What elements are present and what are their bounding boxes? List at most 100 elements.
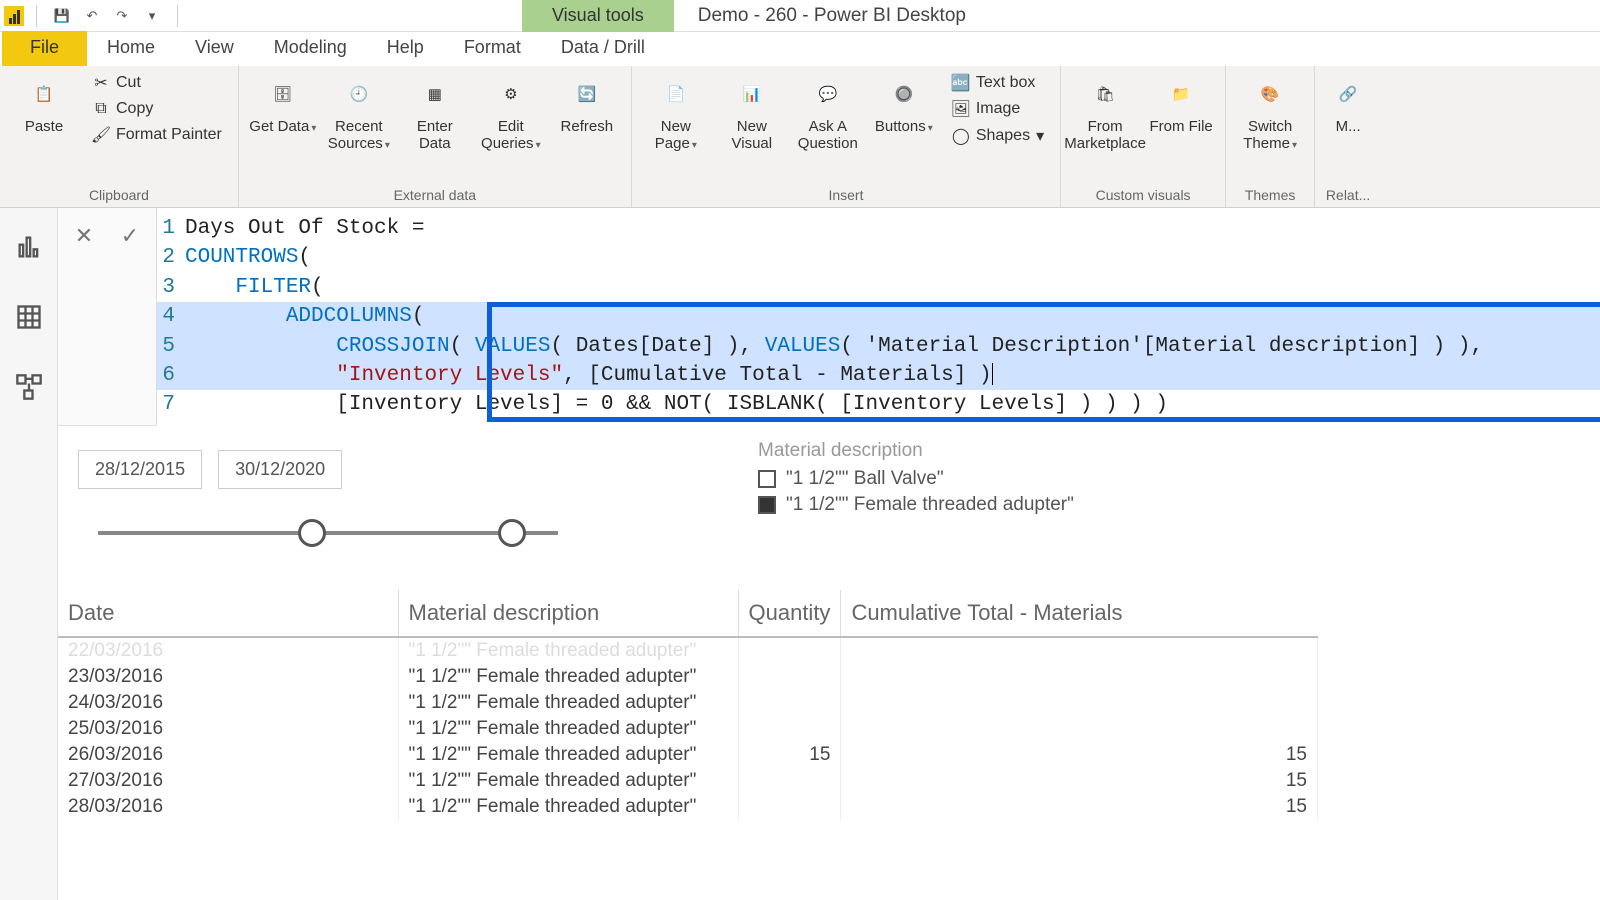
slicer-start-date[interactable]: 28/12/2015 [78, 450, 202, 489]
table-row[interactable]: 26/03/2016"1 1/2"" Female threaded adupt… [58, 742, 1318, 768]
cell-date: 27/03/2016 [58, 768, 398, 794]
formula-cancel-button[interactable]: ✕ [68, 220, 100, 252]
ribbon-group-clipboard: 📋 Paste ✂Cut ⧉Copy 🖌Format Painter Clipb… [0, 66, 239, 207]
model-view-icon[interactable] [10, 368, 48, 406]
manage-relationships-button[interactable]: 🔗M... [1323, 70, 1373, 139]
get-data-button[interactable]: 🗄Get Data [247, 70, 319, 139]
from-file-button[interactable]: 📁From File [1145, 70, 1217, 139]
cell-material: "1 1/2"" Female threaded adupter" [398, 690, 738, 716]
table-row[interactable]: 27/03/2016"1 1/2"" Female threaded adupt… [58, 768, 1318, 794]
save-icon[interactable]: 💾 [49, 3, 75, 29]
code-token: VALUES [765, 335, 841, 358]
paste-button[interactable]: 📋 Paste [8, 70, 80, 139]
contextual-tab-label: Visual tools [522, 0, 674, 32]
ask-question-button[interactable]: 💬Ask A Question [792, 70, 864, 157]
code-token: FILTER [235, 276, 311, 299]
report-view-icon[interactable] [10, 228, 48, 266]
relationships-label: M... [1336, 118, 1361, 135]
table-row[interactable]: 24/03/2016"1 1/2"" Female threaded adupt… [58, 690, 1318, 716]
ribbon-group-themes: 🎨Switch Theme Themes [1226, 66, 1315, 207]
col-quantity[interactable]: Quantity [738, 590, 841, 637]
date-slicer[interactable]: 28/12/2015 30/12/2020 [78, 450, 658, 553]
text-box-button[interactable]: 🔤Text box [948, 72, 1048, 94]
tab-format[interactable]: Format [444, 31, 541, 66]
legend-item-1[interactable]: "1 1/2"" Ball Valve" [758, 468, 1074, 490]
tab-modeling[interactable]: Modeling [254, 31, 367, 66]
col-material[interactable]: Material description [398, 590, 738, 637]
table-row[interactable]: 22/03/2016"1 1/2"" Female threaded adupt… [58, 637, 1318, 664]
code-token: ( 'Material Description'[Material descri… [840, 335, 1483, 358]
new-page-label: New Page [642, 118, 710, 153]
quick-access-toolbar: 💾 ↶ ↷ ▾ [41, 3, 173, 29]
slider-handle-right[interactable] [498, 519, 526, 547]
switch-theme-button[interactable]: 🎨Switch Theme [1234, 70, 1306, 157]
formula-commit-button[interactable]: ✓ [114, 220, 146, 252]
col-cumulative[interactable]: Cumulative Total - Materials [841, 590, 1318, 637]
table-row[interactable]: 23/03/2016"1 1/2"" Female threaded adupt… [58, 664, 1318, 690]
relationships-group-label: Relat... [1326, 185, 1370, 205]
formula-editor[interactable]: 1Days Out Of Stock = 2COUNTROWS( 3 FILTE… [157, 208, 1600, 426]
table-row[interactable]: 28/03/2016"1 1/2"" Female threaded adupt… [58, 794, 1318, 820]
edit-queries-icon: ⚙ [490, 74, 532, 116]
slicer-slider[interactable] [98, 513, 558, 553]
refresh-button[interactable]: 🔄Refresh [551, 70, 623, 139]
code-token: ( [311, 276, 324, 299]
slider-handle-left[interactable] [298, 519, 326, 547]
format-painter-button[interactable]: 🖌Format Painter [88, 124, 226, 146]
new-visual-button[interactable]: 📊New Visual [716, 70, 788, 157]
ask-question-label: Ask A Question [794, 118, 862, 153]
from-marketplace-label: From Marketplace [1064, 118, 1146, 153]
paste-icon: 📋 [23, 74, 65, 116]
undo-icon[interactable]: ↶ [79, 3, 105, 29]
cut-button[interactable]: ✂Cut [88, 72, 226, 94]
copy-button[interactable]: ⧉Copy [88, 98, 226, 120]
image-button[interactable]: 🖼Image [948, 98, 1048, 120]
col-date[interactable]: Date [58, 590, 398, 637]
ribbon-group-external-data: 🗄Get Data 🕘Recent Sources ▦Enter Data ⚙E… [239, 66, 632, 207]
new-page-icon: 📄 [655, 74, 697, 116]
legend-item-2[interactable]: "1 1/2"" Female threaded adupter" [758, 494, 1074, 516]
enter-data-button[interactable]: ▦Enter Data [399, 70, 471, 157]
cell-date: 23/03/2016 [58, 664, 398, 690]
new-visual-label: New Visual [718, 118, 786, 153]
table-row[interactable]: 25/03/2016"1 1/2"" Female threaded adupt… [58, 716, 1318, 742]
recent-sources-label: Recent Sources [325, 118, 393, 153]
cell-date: 28/03/2016 [58, 794, 398, 820]
copy-label: Copy [116, 100, 153, 118]
edit-queries-label: Edit Queries [477, 118, 545, 153]
ribbon-group-relationships: 🔗M... Relat... [1315, 66, 1381, 207]
cell-quantity [738, 637, 841, 664]
title-bar: 💾 ↶ ↷ ▾ Visual tools Demo - 260 - Power … [0, 0, 1600, 32]
code-token: VALUES [475, 335, 551, 358]
window-title: Demo - 260 - Power BI Desktop [698, 5, 966, 27]
cell-quantity [738, 664, 841, 690]
external-data-group-label: External data [394, 185, 477, 205]
edit-queries-button[interactable]: ⚙Edit Queries [475, 70, 547, 157]
text-box-icon: 🔤 [952, 74, 970, 92]
tab-view[interactable]: View [175, 31, 254, 66]
refresh-icon: 🔄 [566, 74, 608, 116]
cell-material: "1 1/2"" Female threaded adupter" [398, 742, 738, 768]
shapes-button[interactable]: ◯Shapes ▾ [948, 124, 1048, 148]
formula-bar: ✕ ✓ 1Days Out Of Stock = 2COUNTROWS( 3 F… [58, 208, 1600, 426]
tab-help[interactable]: Help [367, 31, 444, 66]
switch-theme-icon: 🎨 [1249, 74, 1291, 116]
buttons-button[interactable]: 🔘Buttons [868, 70, 940, 139]
legend-label-2: "1 1/2"" Female threaded adupter" [786, 494, 1074, 516]
table-visual[interactable]: Date Material description Quantity Cumul… [58, 590, 1318, 820]
slicer-end-date[interactable]: 30/12/2020 [218, 450, 342, 489]
legend: Material description "1 1/2"" Ball Valve… [758, 440, 1074, 520]
recent-sources-button[interactable]: 🕘Recent Sources [323, 70, 395, 157]
cell-date: 22/03/2016 [58, 637, 398, 664]
new-page-button[interactable]: 📄New Page [640, 70, 712, 157]
redo-icon[interactable]: ↷ [109, 3, 135, 29]
tab-data-drill[interactable]: Data / Drill [541, 31, 665, 66]
ask-question-icon: 💬 [807, 74, 849, 116]
data-view-icon[interactable] [10, 298, 48, 336]
cell-date: 24/03/2016 [58, 690, 398, 716]
qat-dropdown-icon[interactable]: ▾ [139, 3, 165, 29]
paste-label: Paste [25, 118, 63, 135]
tab-home[interactable]: Home [87, 31, 175, 66]
from-marketplace-button[interactable]: 🛍From Marketplace [1069, 70, 1141, 157]
tab-file[interactable]: File [2, 31, 87, 66]
